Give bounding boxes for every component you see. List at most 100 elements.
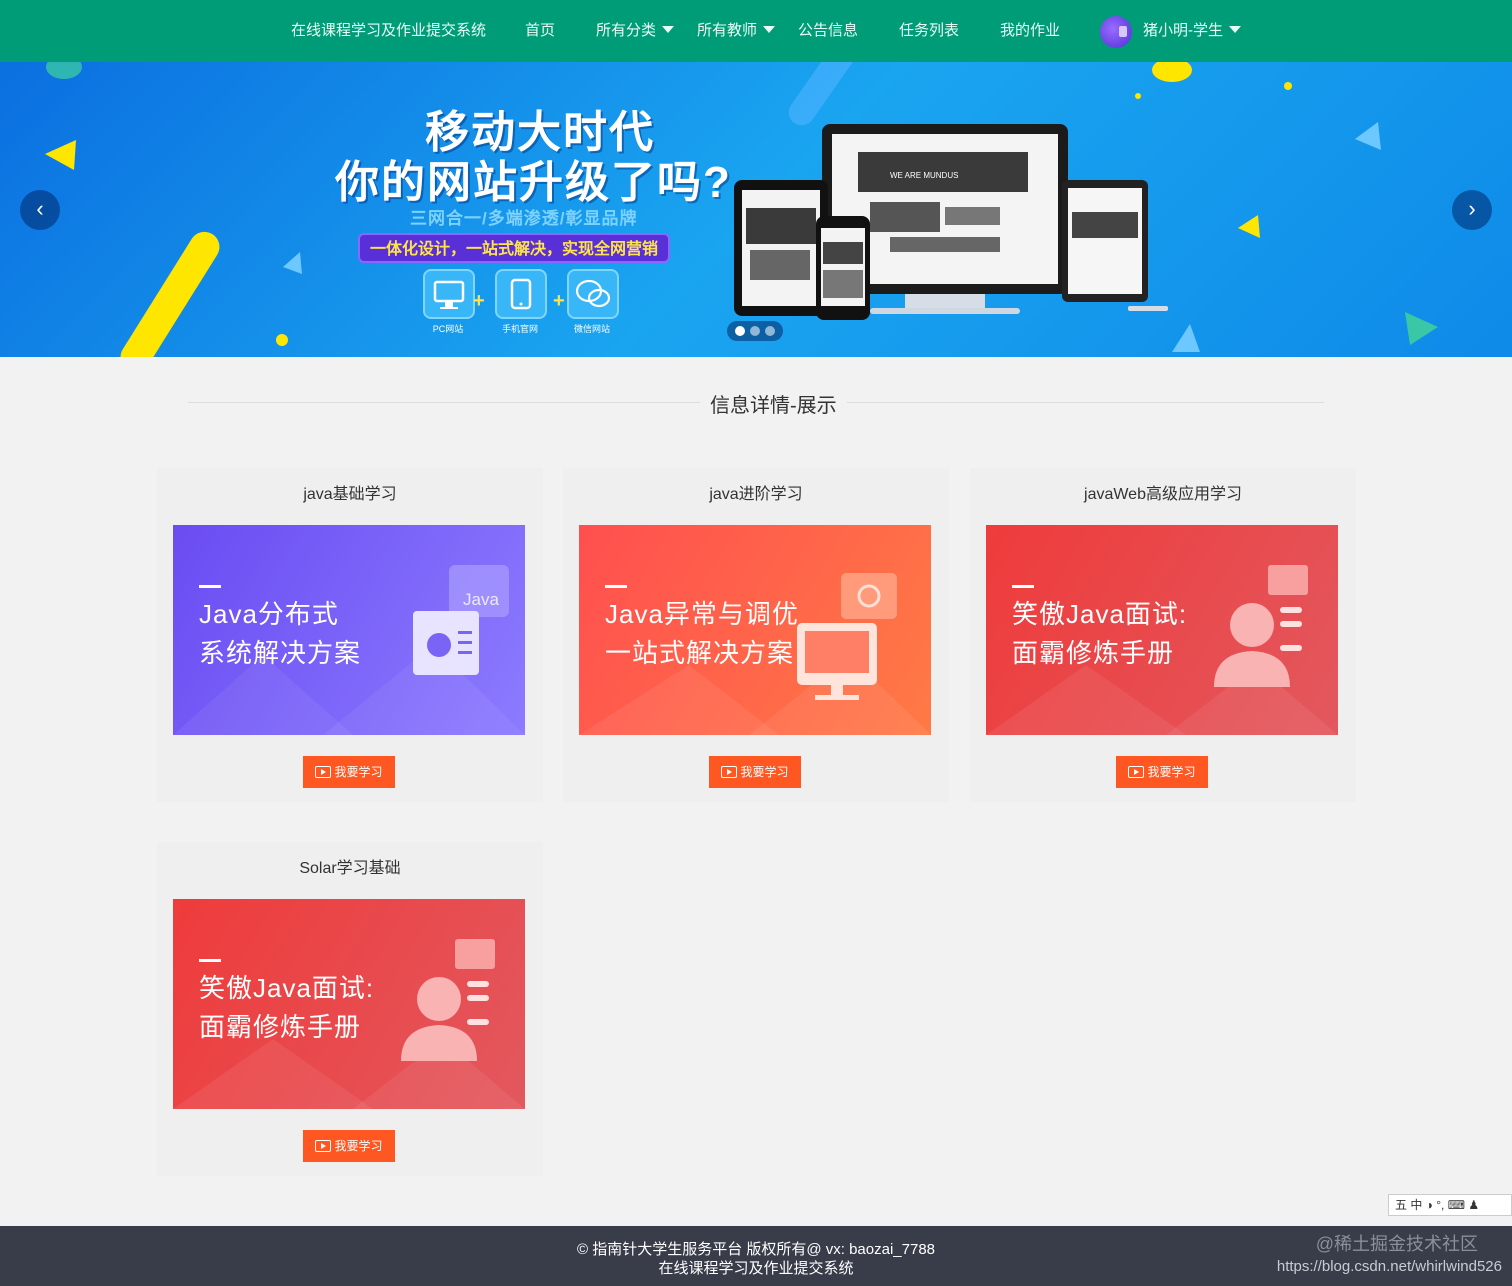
chat-icon bbox=[455, 939, 495, 969]
video-play-icon bbox=[315, 765, 332, 778]
video-play-icon bbox=[721, 765, 738, 778]
course-cover[interactable]: Java异常与调优 一站式解决方案 bbox=[579, 525, 931, 735]
cover-text: Java异常与调优 一站式解决方案 bbox=[605, 595, 799, 673]
learn-button-label: 我要学习 bbox=[1147, 765, 1196, 779]
section-title: 信息详情-展示 bbox=[700, 389, 847, 418]
learn-button[interactable]: 我要学习 bbox=[709, 756, 801, 788]
chevron-down-icon bbox=[1229, 25, 1241, 33]
cover-text: 笑傲Java面试: 面霸修炼手册 bbox=[199, 969, 374, 1047]
carousel-dot[interactable] bbox=[764, 326, 775, 336]
triangle-shape bbox=[1355, 122, 1381, 150]
learn-button-label: 我要学习 bbox=[334, 1139, 383, 1153]
course-title[interactable]: javaWeb高级应用学习 bbox=[970, 480, 1356, 504]
cover-text-line: 一站式解决方案 bbox=[605, 638, 795, 668]
carousel-dot[interactable] bbox=[735, 326, 746, 336]
blob-shape bbox=[1152, 62, 1192, 82]
stripe-shape bbox=[788, 62, 858, 126]
carousel-prev-button[interactable]: ‹ bbox=[20, 190, 60, 230]
person-icon bbox=[1230, 603, 1274, 647]
mockup-text: WE ARE MUNDUS bbox=[890, 171, 958, 180]
video-play-icon bbox=[315, 1139, 332, 1152]
cover-dash bbox=[605, 585, 627, 588]
cover-text-line: 面霸修炼手册 bbox=[199, 1012, 362, 1042]
video-play-icon bbox=[1128, 765, 1145, 778]
cover-text-line: 面霸修炼手册 bbox=[1012, 638, 1175, 668]
ime-toolbar[interactable]: 五 中 ◑ °, ⌨ ♟ bbox=[1388, 1194, 1512, 1216]
cover-text-line: 系统解决方案 bbox=[199, 638, 362, 668]
footer: © 指南针大学生服务平台 版权所有@ vx: baozai_7788 在线课程学… bbox=[0, 1226, 1512, 1286]
dot-shape bbox=[1135, 93, 1141, 99]
dot-shape bbox=[1284, 82, 1292, 90]
cover-text-line: 笑傲Java面试: bbox=[199, 973, 375, 1003]
person-icon bbox=[417, 977, 461, 1021]
banner-tagline: 三网合一/多端渗透/彰显品牌 bbox=[410, 209, 638, 228]
cover-text-line: 笑傲Java面试: bbox=[1012, 599, 1188, 629]
plus-icon: + bbox=[553, 290, 565, 312]
devices-mockup: WE ARE MUNDUS bbox=[734, 124, 1168, 320]
course-card: javaWeb高级应用学习 笑傲Java面试: 面霸修炼手册 我要学习 bbox=[970, 468, 1356, 802]
nav-homework[interactable]: 我的作业 bbox=[1000, 0, 1060, 62]
cover-text: Java分布式 系统解决方案 bbox=[199, 595, 361, 673]
device-label: PC网站 bbox=[432, 324, 464, 334]
dot-shape bbox=[276, 334, 288, 346]
nav-categories-label: 所有分类 bbox=[596, 22, 657, 39]
watermark-url: https://blog.csdn.net/whirlwind526 bbox=[1276, 1258, 1502, 1275]
learn-button[interactable]: 我要学习 bbox=[303, 756, 395, 788]
course-title[interactable]: java基础学习 bbox=[157, 480, 543, 504]
nav-teachers-label: 所有教师 bbox=[697, 22, 758, 39]
course-cover[interactable]: Java Java分布式 系统解决方案 bbox=[173, 525, 525, 735]
chat-icon bbox=[1268, 565, 1308, 595]
carousel-indicators bbox=[727, 321, 783, 341]
nav-tasks[interactable]: 任务列表 bbox=[899, 0, 959, 62]
carousel-dot[interactable] bbox=[749, 326, 760, 336]
course-card: java进阶学习 Java异常与调优 一站式解决方案 我要学习 bbox=[563, 468, 949, 802]
lightbulb-sign-icon bbox=[841, 573, 897, 619]
course-cover[interactable]: 笑傲Java面试: 面霸修炼手册 bbox=[173, 899, 525, 1109]
blob-shape bbox=[46, 62, 82, 79]
monitor-icon-glyph bbox=[433, 280, 465, 309]
learn-button-label: 我要学习 bbox=[740, 765, 789, 779]
cover-dash bbox=[1012, 585, 1034, 588]
wechat-icon bbox=[567, 269, 619, 319]
course-card: Solar学习基础 笑傲Java面试: 面霸修炼手册 我要学习 bbox=[157, 842, 543, 1176]
carousel-next-button[interactable]: › bbox=[1452, 190, 1492, 230]
course-title[interactable]: java进阶学习 bbox=[563, 480, 949, 504]
triangle-shape bbox=[1238, 215, 1260, 238]
course-cover[interactable]: 笑傲Java面试: 面霸修炼手册 bbox=[986, 525, 1338, 735]
learn-button-label: 我要学习 bbox=[334, 765, 383, 779]
cover-text: 笑傲Java面试: 面霸修炼手册 bbox=[1012, 595, 1187, 673]
stripe-shape bbox=[120, 231, 220, 357]
plus-icon: + bbox=[473, 290, 485, 312]
user-menu[interactable]: 猪小明-学生 bbox=[1143, 0, 1241, 62]
cover-dash bbox=[199, 959, 221, 962]
banner-ribbon: 一体化设计，一站式解决，实现全网营销 bbox=[358, 233, 671, 263]
triangle-shape bbox=[1405, 312, 1438, 345]
nav-home[interactable]: 首页 bbox=[525, 0, 555, 62]
device-label: 微信网站 bbox=[573, 324, 610, 334]
hero-carousel[interactable]: WE ARE MUNDUS ‹ › 移动大时代 你的网站升级了吗? 三网合一/多… bbox=[0, 62, 1512, 357]
avatar[interactable] bbox=[1100, 16, 1132, 48]
triangle-shape bbox=[45, 140, 76, 170]
user-name: 猪小明-学生 bbox=[1143, 22, 1223, 39]
nav-brand[interactable]: 在线课程学习及作业提交系统 bbox=[291, 0, 486, 62]
cover-dash bbox=[199, 585, 221, 588]
nav-teachers[interactable]: 所有教师 bbox=[697, 0, 776, 62]
learn-button[interactable]: 我要学习 bbox=[1116, 756, 1208, 788]
learn-button[interactable]: 我要学习 bbox=[303, 1130, 395, 1162]
top-nav: 在线课程学习及作业提交系统 首页 所有分类 所有教师 公告信息 任务列表 我的作… bbox=[0, 0, 1512, 62]
wechat-icon-glyph bbox=[575, 279, 611, 308]
banner-headline-2: 你的网站升级了吗? bbox=[335, 158, 732, 207]
chevron-down-icon bbox=[763, 25, 776, 33]
triangle-shape bbox=[283, 252, 302, 274]
nav-categories[interactable]: 所有分类 bbox=[596, 0, 675, 62]
cover-text-line: Java分布式 bbox=[199, 599, 339, 629]
nav-notices[interactable]: 公告信息 bbox=[798, 0, 858, 62]
tablet-icon bbox=[495, 269, 547, 319]
watermark-juejin: @稀土掘金技术社区 bbox=[1315, 1234, 1478, 1254]
triangle-shape bbox=[1172, 324, 1200, 352]
course-title[interactable]: Solar学习基础 bbox=[157, 854, 543, 878]
java-tag: Java bbox=[463, 590, 499, 609]
cover-text-line: Java异常与调优 bbox=[605, 599, 799, 629]
chevron-down-icon bbox=[662, 25, 675, 33]
monitor-icon bbox=[423, 269, 475, 319]
